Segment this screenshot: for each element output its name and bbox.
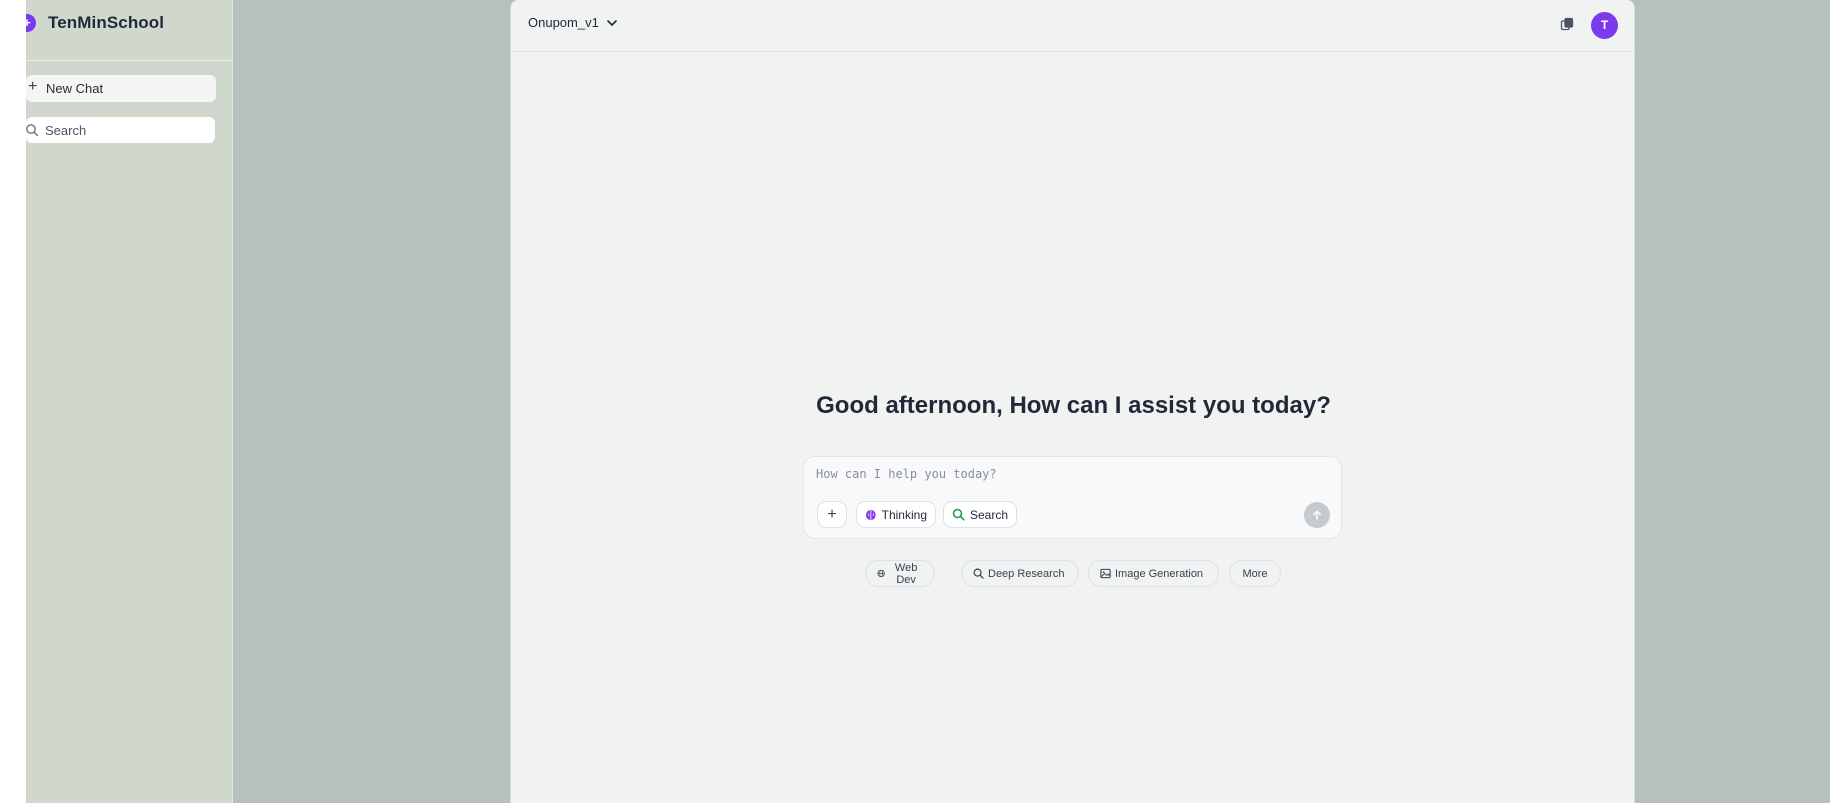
copy-icon[interactable]: [1560, 17, 1574, 31]
web-dev-label: Web Dev: [894, 561, 918, 586]
brain-icon: [865, 509, 876, 520]
thinking-label: Thinking: [881, 507, 927, 522]
deep-research-chip[interactable]: Deep Research: [961, 560, 1079, 587]
arrow-up-icon: [1313, 510, 1321, 520]
sidebar-search[interactable]: [26, 117, 215, 143]
attach-button[interactable]: +: [817, 501, 847, 528]
sidebar: + TenMinSchool + New Chat: [26, 0, 233, 803]
chat-header: Onupom_v1 T: [511, 0, 1634, 52]
user-avatar[interactable]: T: [1591, 12, 1618, 39]
model-name: Onupom_v1: [528, 15, 599, 30]
image-generation-label: Image Generation: [1115, 567, 1204, 580]
brand-name[interactable]: TenMinSchool: [48, 13, 164, 33]
web-dev-chip[interactable]: Web Dev: [865, 560, 935, 587]
message-input[interactable]: [816, 467, 1316, 489]
search-icon: [973, 568, 984, 579]
image-icon: [1100, 568, 1111, 579]
search-toggle[interactable]: Search: [943, 501, 1017, 528]
more-chip[interactable]: More: [1229, 560, 1281, 587]
greeting-heading: Good afternoon, How can I assist you tod…: [816, 392, 1331, 419]
search-label: Search: [969, 507, 1008, 522]
image-generation-chip[interactable]: Image Generation: [1088, 560, 1219, 587]
search-icon: [952, 508, 965, 521]
sidebar-search-input[interactable]: [45, 117, 210, 143]
sidebar-header: + TenMinSchool: [26, 0, 232, 61]
thinking-toggle[interactable]: Thinking: [856, 501, 936, 528]
model-selector[interactable]: Onupom_v1: [528, 15, 618, 30]
plus-icon: +: [28, 78, 38, 95]
deep-research-label: Deep Research: [988, 567, 1065, 580]
composer: + Thinking Search: [803, 456, 1342, 539]
brand-logo-icon[interactable]: +: [26, 14, 36, 32]
chat-panel: Onupom_v1 T Good afternoon, How can I as…: [510, 0, 1635, 803]
more-label: More: [1242, 567, 1268, 580]
search-icon: [26, 124, 39, 137]
left-margin-strip: [0, 0, 26, 803]
chevron-down-icon: [607, 19, 617, 26]
new-chat-label: New Chat: [46, 81, 104, 96]
new-chat-button[interactable]: + New Chat: [26, 75, 216, 102]
send-button[interactable]: [1304, 502, 1330, 528]
globe-icon: [877, 569, 885, 578]
plus-icon: +: [827, 505, 837, 523]
